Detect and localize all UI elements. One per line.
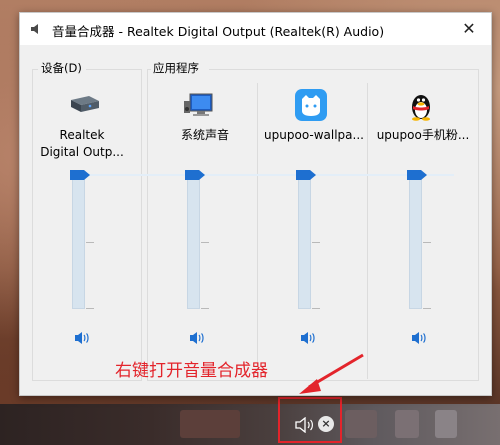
taskbar-item[interactable] [435,410,457,438]
mute-speaker-icon[interactable] [74,331,90,345]
taskbar [0,404,500,445]
speaker-device-icon [71,96,99,112]
apps-section-label: 应用程序 [153,61,199,75]
mute-speaker-icon[interactable] [411,331,427,345]
volume-mixer-window: 音量合成器 - Realtek Digital Output (Realtek(… [19,12,492,396]
channel-name: upupoo手机粉... [376,128,470,142]
upupoo-wallpaper-icon [295,89,327,121]
taskbar-item[interactable] [345,410,377,438]
level-line [74,174,454,176]
volume-slider-thumb[interactable] [70,170,90,180]
slider-tick [86,308,94,309]
system-sounds-icon [184,93,213,116]
channel-name: Realtek Digital Outp... [40,128,124,159]
volume-slider-thumb[interactable] [407,170,427,180]
slider-tick [201,242,209,243]
annotation-arrow [299,353,364,394]
window-title: 音量合成器 - Realtek Digital Output (Realtek(… [52,24,385,39]
qq-penguin-icon [412,95,430,121]
taskbar-item[interactable] [180,410,240,438]
slider-tick [423,308,431,309]
mute-speaker-icon[interactable] [300,331,316,345]
volume-slider-track[interactable] [72,177,85,309]
slider-tick [201,308,209,309]
speaker-icon [31,24,38,34]
volume-slider-track[interactable] [409,177,422,309]
mute-speaker-icon[interactable] [189,331,205,345]
volume-slider-thumb[interactable] [185,170,205,180]
taskbar-item[interactable] [395,410,419,438]
tray-highlight-box [278,397,342,443]
channel-name: 系统声音 [180,128,229,142]
column-divider [367,83,368,379]
slider-tick [86,242,94,243]
channel-name: upupoo-wallpa... [264,128,364,142]
slider-tick [312,308,320,309]
annotation-text: 右键打开音量合成器 [115,361,268,381]
volume-slider-track[interactable] [298,177,311,309]
device-section-label: 设备(D) [41,61,82,75]
slider-tick [312,242,320,243]
volume-slider-track[interactable] [187,177,200,309]
column-divider [257,83,258,379]
volume-slider-thumb[interactable] [296,170,316,180]
slider-tick [423,242,431,243]
title-bar: 音量合成器 - Realtek Digital Output (Realtek(… [20,13,491,45]
close-button[interactable]: ✕ [447,13,491,45]
